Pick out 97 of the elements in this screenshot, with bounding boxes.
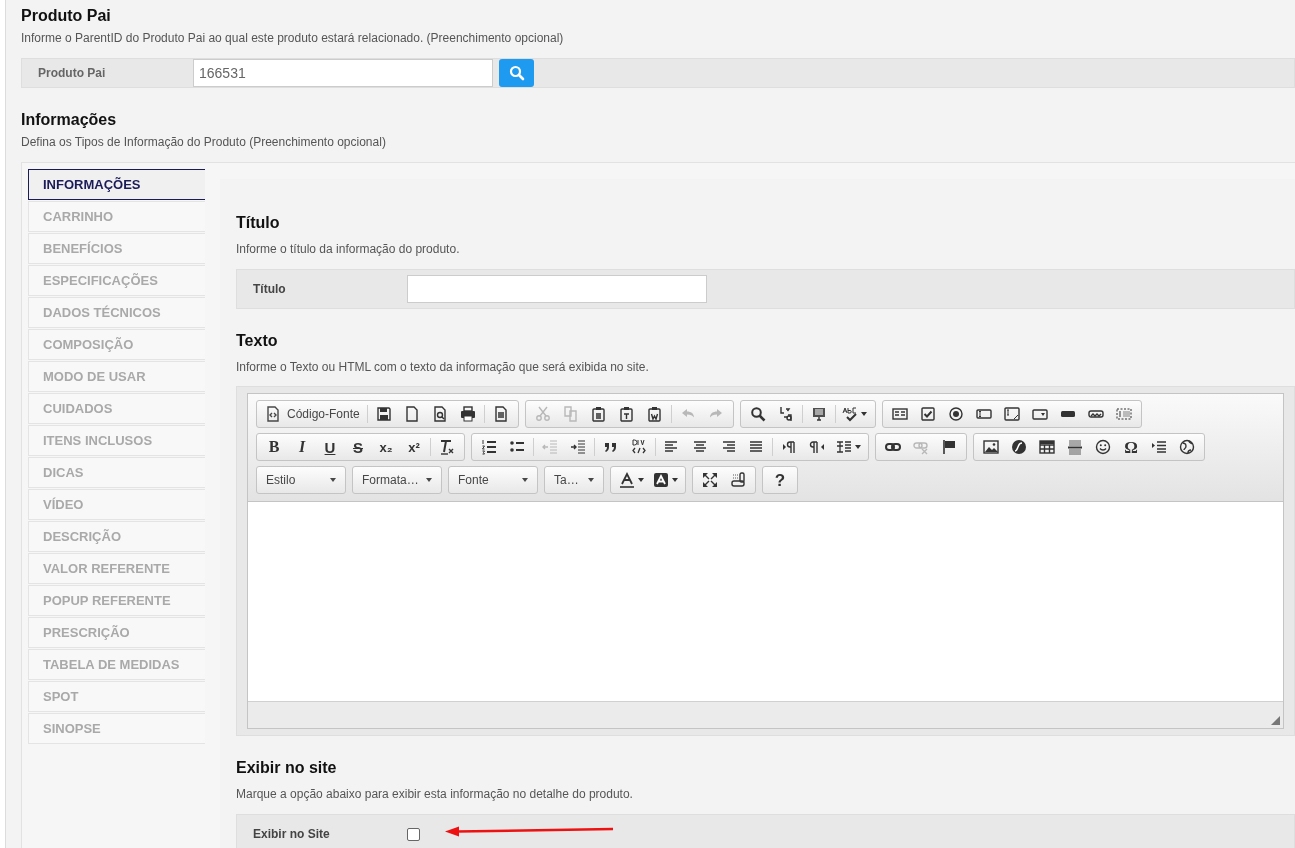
dropdown[interactable]: Estilo bbox=[256, 466, 346, 494]
text-color-icon bbox=[618, 472, 635, 488]
code-file-icon bbox=[265, 406, 281, 422]
field-label: Título bbox=[253, 281, 287, 298]
field-label: Exibir no Site bbox=[253, 826, 331, 843]
section-title: Informações bbox=[21, 110, 117, 128]
search-button[interactable] bbox=[499, 59, 534, 87]
expand-arrows-icon bbox=[702, 472, 718, 488]
section-description: Defina os Tipos de Informação do Produto (Preenchimento opcional) bbox=[21, 134, 386, 151]
clipboard-word-icon bbox=[646, 406, 663, 422]
about-button[interactable]: ? bbox=[766, 468, 794, 492]
caret-icon bbox=[330, 478, 336, 482]
tab[interactable]: ESPECIFICAÇÕES bbox=[28, 265, 205, 296]
text-field-icon bbox=[975, 406, 992, 422]
specialchar-button[interactable]: Ω bbox=[1117, 435, 1145, 459]
section-description: Informe o ParentID do Produto Pai ao qual este produto estará relacionado. (Preenchimento opcional) bbox=[21, 30, 564, 47]
globe-icon bbox=[1179, 439, 1195, 455]
source-button[interactable]: Código-Fonte bbox=[260, 402, 365, 426]
scissors-icon bbox=[534, 406, 551, 422]
dropdown[interactable]: Formata… bbox=[352, 466, 442, 494]
language-icon bbox=[835, 439, 852, 455]
caret-icon bbox=[522, 478, 528, 482]
strike-button[interactable]: S bbox=[344, 435, 372, 459]
field-label: Produto Pai bbox=[38, 65, 107, 82]
section-title: Produto Pai bbox=[21, 6, 111, 24]
tab[interactable]: INFORMAÇÕES bbox=[28, 169, 205, 200]
picture-icon bbox=[983, 439, 999, 455]
blank-page-icon bbox=[403, 406, 420, 422]
justify-icon bbox=[748, 439, 764, 455]
bold-button[interactable]: B bbox=[260, 435, 288, 459]
section-description: Marque a opção abaixo para exibir esta informação no detalhe do produto. bbox=[236, 786, 633, 803]
subscript-button[interactable]: x₂ bbox=[372, 435, 400, 459]
form-icon bbox=[891, 406, 908, 422]
align-right-icon bbox=[720, 439, 736, 455]
section-title: Título bbox=[236, 213, 280, 233]
tab[interactable]: TABELA DE MEDIDAS bbox=[28, 649, 205, 680]
div-code-icon bbox=[631, 439, 647, 455]
section-description: Informe o título da informação do produto. bbox=[236, 241, 460, 258]
tab[interactable]: CUIDADOS bbox=[28, 393, 205, 424]
tab[interactable]: BENEFÍCIOS bbox=[28, 233, 205, 264]
input-field[interactable]: 166531 bbox=[193, 59, 493, 87]
tab[interactable]: POPUP REFERENTE bbox=[28, 585, 205, 616]
resize-grip-icon bbox=[1271, 716, 1280, 725]
pilcrow-arrow-right-icon bbox=[781, 439, 797, 455]
clear-format-icon bbox=[439, 439, 455, 455]
dropdown[interactable]: Ta… bbox=[544, 466, 604, 494]
tab[interactable]: PRESCRIÇÃO bbox=[28, 617, 205, 648]
tab[interactable]: DESCRIÇÃO bbox=[28, 521, 205, 552]
underline-button[interactable]: U bbox=[316, 435, 344, 459]
tab[interactable]: ITENS INCLUSOS bbox=[28, 425, 205, 456]
tab[interactable]: MODO DE USAR bbox=[28, 361, 205, 392]
italic-button[interactable]: I bbox=[288, 435, 316, 459]
tab[interactable]: SPOT bbox=[28, 681, 205, 712]
pilcrow-arrow-left-icon bbox=[809, 439, 825, 455]
section-description: Informe o Texto ou HTML com o texto da informação que será exibida no site. bbox=[236, 359, 649, 376]
printer-icon bbox=[459, 406, 476, 422]
dropdown-field-icon bbox=[1031, 406, 1048, 422]
flag-icon bbox=[941, 439, 957, 455]
checkbox[interactable] bbox=[407, 827, 420, 841]
table-grid-icon bbox=[1039, 439, 1055, 455]
clipboard-icon bbox=[590, 406, 607, 422]
section-title: Texto bbox=[236, 331, 278, 351]
align-center-icon bbox=[692, 439, 708, 455]
tab[interactable]: SINOPSE bbox=[28, 713, 205, 744]
align-left-icon bbox=[664, 439, 680, 455]
outdent-icon bbox=[542, 439, 558, 455]
dropdown[interactable]: Fonte bbox=[448, 466, 538, 494]
spellcheck-icon bbox=[842, 406, 859, 422]
search-icon bbox=[508, 65, 525, 81]
tab[interactable]: CARRINHO bbox=[28, 201, 205, 232]
document-lines-icon bbox=[492, 406, 509, 422]
radio-icon bbox=[947, 406, 964, 422]
page-magnifier-icon bbox=[431, 406, 448, 422]
section-title: Exibir no site bbox=[236, 758, 337, 778]
broken-link-icon bbox=[913, 439, 929, 455]
superscript-button[interactable]: x² bbox=[400, 435, 428, 459]
caret-icon bbox=[588, 478, 594, 482]
two-pages-icon bbox=[562, 406, 579, 422]
bulleted-list-icon bbox=[509, 439, 525, 455]
numbered-list-icon bbox=[481, 439, 497, 455]
page-break-icon bbox=[1151, 439, 1167, 455]
tab[interactable]: DICAS bbox=[28, 457, 205, 488]
tab[interactable]: VÍDEO bbox=[28, 489, 205, 520]
circle-bolt-icon bbox=[1011, 439, 1027, 455]
input-field[interactable] bbox=[407, 275, 707, 303]
text-area-icon bbox=[1003, 406, 1020, 422]
caret-icon bbox=[426, 478, 432, 482]
hidden-field-icon bbox=[1115, 406, 1132, 422]
indent-icon bbox=[570, 439, 586, 455]
tab[interactable]: COMPOSIÇÃO bbox=[28, 329, 205, 360]
tab[interactable]: DADOS TÉCNICOS bbox=[28, 297, 205, 328]
search-icon bbox=[749, 406, 766, 422]
checkbox-icon bbox=[919, 406, 936, 422]
highlight-color-icon bbox=[652, 472, 669, 488]
clipboard-text-icon bbox=[618, 406, 635, 422]
tab[interactable]: VALOR REFERENTE bbox=[28, 553, 205, 584]
smiley-icon bbox=[1095, 439, 1111, 455]
